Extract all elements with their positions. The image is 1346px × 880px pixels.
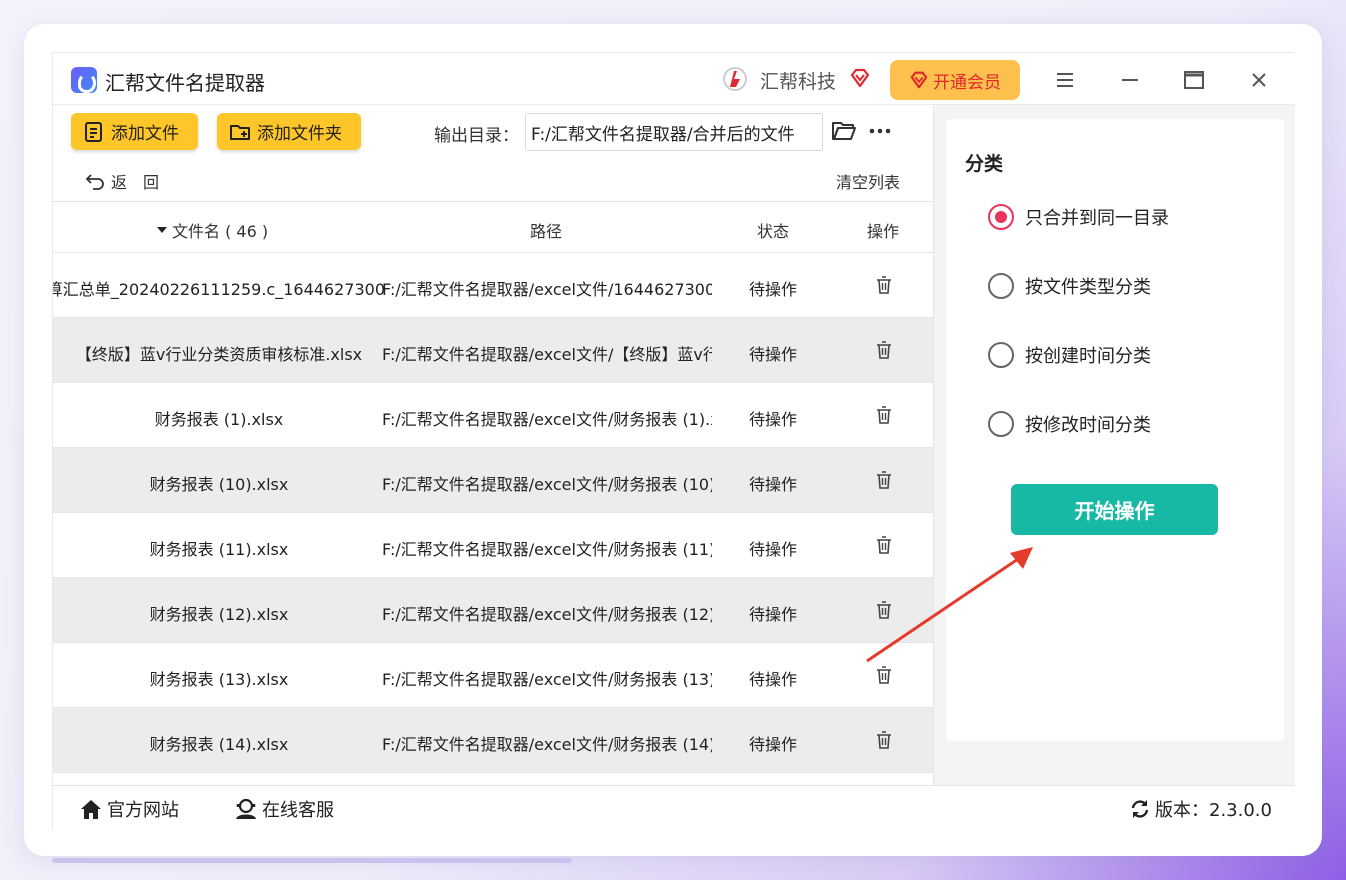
maximize-icon[interactable] [1183,69,1205,91]
status-cell: 待操作 [748,410,797,429]
file-name-cell: 财务报表 (12).xlsx [149,605,289,624]
radio-button[interactable] [988,342,1014,368]
file-path-cell: F:/汇帮文件名提取器/excel文件/财务报表 (1).xl: [382,410,712,429]
version-label: 版本：2.3.0.0 [1155,800,1272,821]
file-table: 文件名 ( 46 ) 路径 状态 操作 1644627300_已结算汇总单_20… [53,201,933,785]
delete-icon[interactable] [873,469,895,491]
brand-logo-icon [723,67,747,91]
online-support-label: 在线客服 [262,800,334,821]
table-row[interactable]: 【终版】蓝v行业分类资质审核标准.xlsx F:/汇帮文件名提取器/excel文件… [53,318,933,383]
file-path-cell: F:/汇帮文件名提取器/excel文件/【终版】蓝v行: [382,345,712,364]
online-support-link[interactable]: 在线客服 [234,796,334,822]
start-button[interactable]: 开始操作 [1011,484,1218,535]
file-path-cell: F:/汇帮文件名提取器/excel文件/财务报表 (11).x [382,540,712,559]
add-file-button[interactable]: 添加文件 [71,113,198,150]
radio-label: 按修改时间分类 [1025,415,1151,436]
footer: 官方网站 在线客服 版本：2.3.0.0 [53,785,1295,831]
more-icon[interactable] [868,119,892,143]
table-row[interactable]: 1644627300_已结算汇总单_20240226111259.cF:/汇帮文… [53,253,933,318]
radio-button[interactable] [988,411,1014,437]
brand-name: 汇帮科技 [760,71,837,93]
header-path: 路径 [530,222,563,241]
status-cell: 待操作 [748,735,797,754]
open-vip-button[interactable]: 开通会员 [890,60,1020,100]
app-title: 汇帮文件名提取器 [105,71,265,95]
status-cell: 待操作 [748,605,797,624]
app-logo-icon [71,67,97,93]
sort-down-icon [157,227,167,233]
file-name-cell: 财务报表 (10).xlsx [149,475,289,494]
output-dir-input[interactable]: F:/汇帮文件名提取器/合并后的文件 [525,113,823,151]
radio-option[interactable]: 按文件类型分类 [988,272,1151,300]
folder-open-icon[interactable] [831,119,857,143]
file-name-cell: 财务报表 (11).xlsx [149,540,289,559]
delete-icon[interactable] [873,729,895,751]
radio-option[interactable]: 按创建时间分类 [988,341,1151,369]
file-path-cell: F:/汇帮文件名提取器/excel文件/财务报表 (14).x [382,735,712,754]
status-cell: 待操作 [748,670,797,689]
radio-label: 按文件类型分类 [1025,277,1151,298]
table-row[interactable]: 财务报表 (1).xlsx F:/汇帮文件名提取器/excel文件/财务报表 (1… [53,383,933,448]
file-name-cell: 1644627300_已结算汇总单_20240226111259.c [53,280,385,299]
horizontal-scrollbar[interactable] [52,858,572,863]
radio-option[interactable]: 按修改时间分类 [988,410,1151,438]
add-file-label: 添加文件 [111,124,179,144]
radio-button[interactable] [988,273,1014,299]
file-name-cell: 财务报表 (1).xlsx [154,410,284,429]
delete-icon[interactable] [873,404,895,426]
table-row[interactable]: 财务报表 (14).xlsx F:/汇帮文件名提取器/excel文件/财务报表 (… [53,708,933,773]
header-op: 操作 [867,222,900,241]
diamond-icon [850,68,870,88]
minimize-icon[interactable] [1119,69,1141,91]
radio-option[interactable]: 只合并到同一目录 [988,203,1169,231]
close-icon[interactable] [1248,69,1270,91]
file-path-cell: F:/汇帮文件名提取器/excel文件/财务报表 (13).x [382,670,712,689]
menu-icon[interactable] [1054,69,1076,91]
table-row[interactable]: 财务报表 (12).xlsx F:/汇帮文件名提取器/excel文件/财务报表 (… [53,578,933,643]
header-name-label: 文件名 ( 46 ) [172,222,269,241]
home-icon [81,800,101,819]
app-window: 汇帮文件名提取器 汇帮科技 开通会员 添加文件 添加文件夹 输出目录： F:/汇… [52,52,1295,831]
file-path-cell: F:/汇帮文件名提取器/excel文件/财务报表 (10).x [382,475,712,494]
status-cell: 待操作 [748,475,797,494]
file-path-cell: F:/汇帮文件名提取器/excel文件/财务报表 (12).x [382,605,712,624]
official-website-label: 官方网站 [107,800,179,821]
add-folder-icon [230,124,250,140]
file-path-cell: F:/汇帮文件名提取器/excel文件/1644627300_E [382,280,712,299]
table-row[interactable]: 财务报表 (10).xlsx F:/汇帮文件名提取器/excel文件/财务报表 (… [53,448,933,513]
status-cell: 待操作 [748,280,797,299]
add-folder-button[interactable]: 添加文件夹 [217,113,361,150]
refresh-icon [1131,800,1149,818]
annotation-arrow [866,547,1033,663]
delete-icon[interactable] [873,274,895,296]
radio-label: 按创建时间分类 [1025,346,1151,367]
status-cell: 待操作 [748,540,797,559]
delete-icon[interactable] [873,339,895,361]
file-name-cell: 【终版】蓝v行业分类资质审核标准.xlsx [75,345,363,364]
header-name[interactable]: 文件名 ( 46 ) [156,218,268,242]
title-bar: 汇帮文件名提取器 汇帮科技 开通会员 [53,53,1295,105]
back-arrow-icon [85,174,104,190]
support-agent-icon [236,798,256,819]
output-dir-label: 输出目录： [434,126,519,146]
back-label: 返 回 [111,173,160,192]
file-name-cell: 财务报表 (14).xlsx [149,735,289,754]
add-file-icon [85,121,102,142]
version-info[interactable]: 版本：2.3.0.0 [1129,796,1272,822]
official-website-link[interactable]: 官方网站 [79,796,179,822]
table-row[interactable]: 财务报表 (11).xlsx F:/汇帮文件名提取器/excel文件/财务报表 (… [53,513,933,578]
file-name-cell: 财务报表 (13).xlsx [149,670,289,689]
radio-label: 只合并到同一目录 [1025,208,1169,229]
diamond-icon [910,71,928,89]
panel-title: 分类 [965,153,1004,175]
header-status: 状态 [757,222,790,241]
back-button[interactable]: 返 回 [85,169,159,193]
table-header: 文件名 ( 46 ) 路径 状态 操作 [53,201,933,253]
vip-label: 开通会员 [933,72,1001,93]
radio-button[interactable] [988,204,1014,230]
clear-list-button[interactable]: 清空列表 [836,169,900,193]
add-folder-label: 添加文件夹 [257,124,342,144]
status-cell: 待操作 [748,345,797,364]
table-row[interactable]: 财务报表 (13).xlsx F:/汇帮文件名提取器/excel文件/财务报表 (… [53,643,933,708]
